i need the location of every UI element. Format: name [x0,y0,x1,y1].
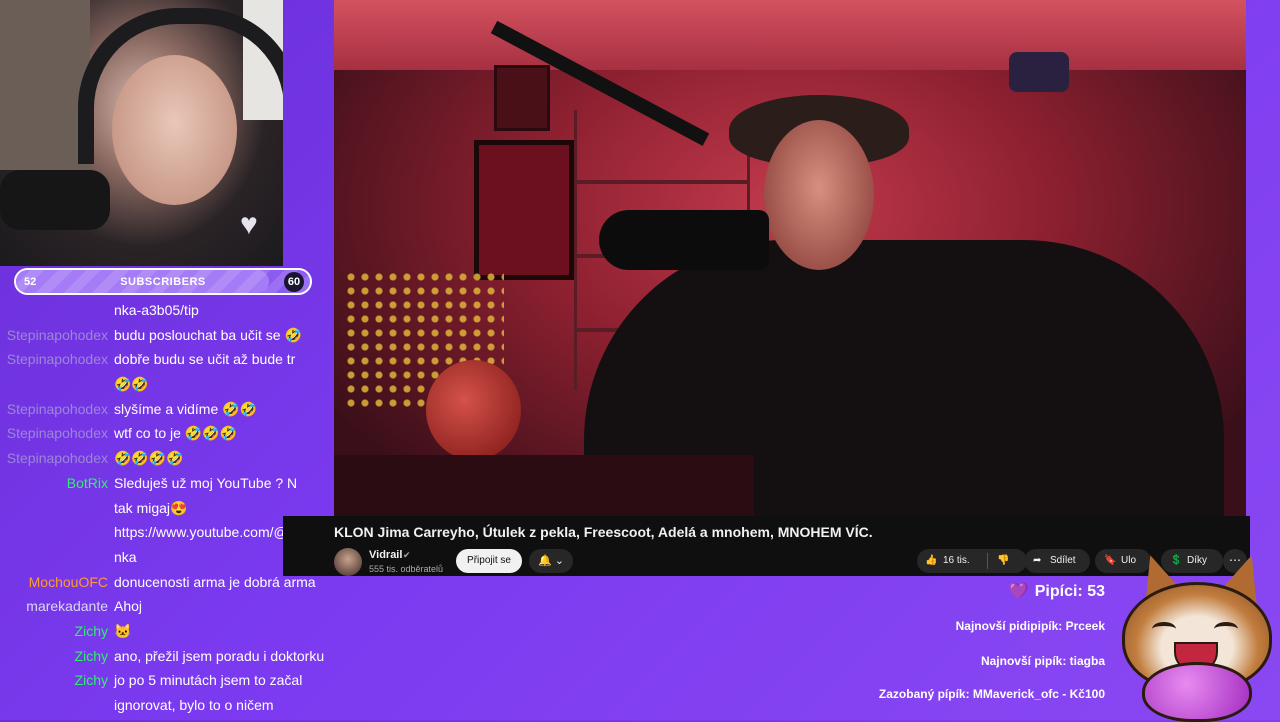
pipici-label: Pipíci: 53 [1034,583,1105,600]
chat-text: 🤣🤣 [114,376,149,393]
chat-message: https://www.youtube.com/@D [0,522,330,547]
chat-username[interactable]: marekadante [26,598,108,614]
webcam-feed: ♥ [0,0,283,266]
chat-username[interactable]: Stepinapohodex [7,450,108,466]
chat-message: 🤣🤣 [0,374,330,399]
chat-message: Zichy ano, přežil jsem poradu i doktorku [0,646,330,671]
chat-message: BotRix Sleduješ už moj YouTube ? N [0,473,330,498]
chat-text: nka-a3b05/tip [114,302,199,318]
chat-message: ignorovat, bylo to o ničem [0,695,330,720]
video-info-bar: KLON Jima Carreyho, Útulek z pekla, Free… [283,516,1250,576]
chat-message: Stepinapohodex slyšíme a vidíme 🤣🤣 [0,399,330,424]
chat-text: 🐱 [114,622,132,639]
chat-message: Stepinapohodex budu poslouchat ba učit se… [0,325,330,350]
bell-icon: 🔔 [538,555,552,567]
latest-pipik: Najnovší pipík: tiagba [980,654,1105,668]
video-title: KLON Jima Carreyho, Útulek z pekla, Free… [334,524,873,540]
video-wall-frame [494,65,550,131]
video-desk [334,455,754,516]
cat-heart-icon [1142,662,1252,722]
chat-username[interactable]: MochouOFC [29,574,108,590]
chat-username[interactable]: Stepinapohodex [7,401,108,417]
chat-username[interactable]: BotRix [67,475,108,491]
like-icon[interactable]: 👍 [925,549,937,573]
like-dislike-group: 👍 16 tis. 👎 [917,549,1027,573]
chat-text: ano, přežil jsem poradu i doktorku [114,647,325,664]
chat-message: nka-a3b05/tip [0,300,330,325]
channel-name[interactable]: Vidrail [369,549,402,561]
channel-subscribers: 555 tis. odběratelů [369,564,444,574]
chat-message: Stepinapohodex dobře budu se učit až bude… [0,349,330,374]
video-player[interactable] [334,0,1246,516]
latest-pidipipik: Najnovší pidipipík: Prceek [955,619,1105,633]
dislike-icon[interactable]: 👎 [997,549,1009,573]
chat-text: budu poslouchat ba učit se 🤣 [114,326,302,343]
chat-text: Ahoj [114,598,143,615]
chat-message: Stepinapohodex 🤣🤣🤣🤣 [0,448,330,473]
verified-icon: ✔ [403,550,411,560]
join-button[interactable]: Připojit se [456,549,522,573]
notification-bell-button[interactable]: 🔔 ⌄ [529,549,573,573]
chat-message: Zichy 🐱 [0,621,330,646]
share-label: Sdílet [1050,555,1076,566]
top-donor: Zazobaný pípík: MMaverick_ofc - Kč100 [878,687,1105,701]
cat-mascot [1112,548,1280,722]
chat-message: MochouOFC donucenosti arma je dobrá arma [0,572,330,597]
chevron-down-icon: ⌄ [554,555,564,567]
webcam-wall [0,0,90,170]
share-button[interactable]: ➦ Sdílet [1024,549,1090,573]
cat-eye-right [1214,622,1238,636]
video-ceiling [334,0,1246,70]
chat-username[interactable]: Stepinapohodex [7,351,108,367]
purple-heart-icon: 💜 [1008,583,1029,600]
sweater-heart-icon: ♥ [240,208,258,241]
share-icon: ➦ [1033,555,1042,566]
cat-eye-left [1152,622,1176,636]
chat-text: ignorovat, bylo to o ničem [114,697,274,713]
chat-text: dobře budu se učit až bude tr [114,351,296,368]
chat-text: Sleduješ už moj YouTube ? N [114,474,298,491]
video-light [1009,52,1069,92]
chat-text: slyšíme a vidíme 🤣🤣 [114,400,258,417]
chat-text: https://www.youtube.com/@D [114,524,298,541]
chat-text: wtf co to je 🤣🤣🤣 [114,425,238,442]
video-vase [426,360,521,460]
chat-username[interactable]: Zichy [75,623,108,639]
chat-text: jo po 5 minutách jsem to začal [114,672,303,689]
subscriber-goal-target: 60 [284,272,304,292]
webcam-microphone [0,170,110,230]
chat-message: marekadante Ahoj [0,596,330,621]
chat-text: tak migaj😍 [114,499,188,516]
like-divider [987,553,988,569]
subscriber-goal-bar: 52 SUBSCRIBERS 60 [14,268,312,295]
like-count[interactable]: 16 tis. [943,549,970,573]
chat-text: nka [114,548,137,565]
pipici-counter: 💜 Pipíci: 53 [1009,581,1105,601]
video-microphone [599,210,769,270]
chat-username[interactable]: Zichy [75,648,108,664]
chat-message: Zichy jo po 5 minutách jsem to začal [0,670,330,695]
chat-list: nka-a3b05/tip Stepinapohodex budu poslouch… [0,300,330,720]
chat-text: 🤣🤣🤣🤣 [114,450,184,467]
channel-avatar[interactable] [334,548,362,576]
chat-message: nka [0,547,330,572]
video-person-head [764,120,874,270]
chat-message: Stepinapohodex wtf co to je 🤣🤣🤣 [0,423,330,448]
headphones [78,8,283,164]
chat-username[interactable]: Stepinapohodex [7,425,108,441]
chat-username[interactable]: Stepinapohodex [7,327,108,343]
chat-message: tak migaj😍 [0,498,330,523]
video-wall-painting [474,140,574,280]
chat-username[interactable]: Zichy [75,672,108,688]
subscriber-goal-label: SUBSCRIBERS [120,276,206,288]
